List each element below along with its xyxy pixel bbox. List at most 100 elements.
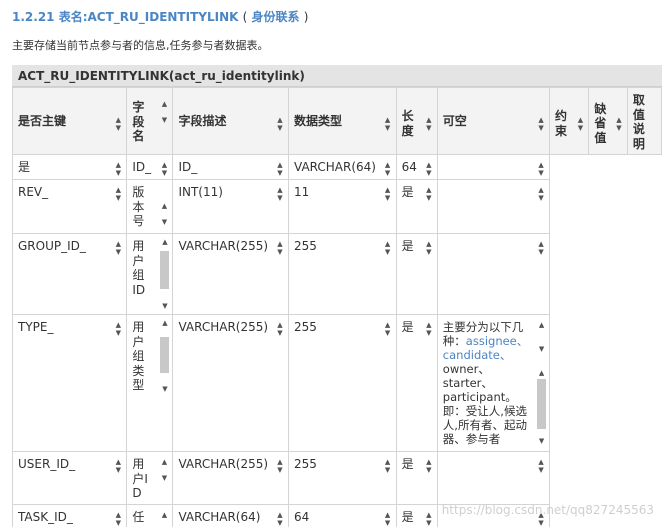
cell-type[interactable]: 255 ▲ ▼ <box>288 314 397 452</box>
scroll-down-icon[interactable]: ▼ <box>159 302 170 310</box>
header-length[interactable]: 长度 ▲ ▼ <box>395 87 438 155</box>
stepper-icon[interactable]: ▲ ▼ <box>383 321 393 337</box>
stepper-icon[interactable]: ▲ ▼ <box>424 458 434 474</box>
sort-icon[interactable]: ▲ ▼ <box>575 116 585 132</box>
cell-type[interactable]: 255 ▲ ▼ <box>288 233 397 315</box>
scroll-up-icon[interactable]: ▲ <box>536 321 547 329</box>
cell-length[interactable]: 是 ▲ ▼ <box>395 504 438 527</box>
cell-name[interactable]: 任 ▲ <box>126 504 174 527</box>
header-constraint[interactable]: 约束 ▲ ▼ <box>549 87 590 155</box>
stepper-icon[interactable]: ▲ ▼ <box>113 161 123 177</box>
stepper-icon[interactable]: ▲ ▼ <box>113 321 123 337</box>
cell-scrollbar[interactable]: ▲ ▼ <box>159 238 170 310</box>
stepper-icon[interactable]: ▲ ▼ <box>383 186 393 202</box>
cell-nullable[interactable]: ▲ ▼ <box>436 154 551 180</box>
stepper-icon[interactable]: ▲ ▼ <box>113 240 123 256</box>
sort-icon[interactable]: ▲ ▼ <box>536 116 546 132</box>
stepper-icon[interactable]: ▲ ▼ <box>424 161 434 177</box>
section-link[interactable]: 身份联系 <box>251 10 299 24</box>
cell-pk[interactable]: GROUP_ID_ ▲ ▼ <box>12 233 128 315</box>
cell-type[interactable]: 11 ▲ ▼ <box>288 179 397 234</box>
cell-pk[interactable]: 是 ▲ ▼ <box>12 154 128 180</box>
sort-icon[interactable]: ▲ ▼ <box>383 116 393 132</box>
scroll-up-icon[interactable]: ▲ <box>159 238 170 246</box>
stepper-icon[interactable]: ▲ ▼ <box>113 458 123 474</box>
cell-pk[interactable]: USER_ID_ ▲ ▼ <box>12 451 128 505</box>
header-type[interactable]: 数据类型 ▲ ▼ <box>288 87 397 155</box>
cell-length[interactable]: 64 ▲ ▼ <box>395 154 438 180</box>
scroll-down-icon[interactable]: ▼ <box>536 437 547 445</box>
stepper-icon[interactable]: ▲ ▼ <box>536 186 546 202</box>
sort-icon[interactable]: ▲ ▼ <box>424 116 434 132</box>
header-pk[interactable]: 是否主键 ▲ ▼ <box>12 87 128 155</box>
cell-pk[interactable]: TASK_ID_ ▲ ▼ <box>12 504 128 527</box>
sort-icon[interactable]: ▲ ▼ <box>614 116 624 132</box>
stepper-icon[interactable]: ▲ ▼ <box>113 186 123 202</box>
cell-desc[interactable]: ID_ ▲ ▼ <box>172 154 289 180</box>
cell-desc[interactable]: VARCHAR(255) ▲ ▼ <box>172 451 289 505</box>
stepper-icon[interactable]: ▲ ▼ <box>275 186 285 202</box>
stepper-icon[interactable]: ▲ ▼ <box>424 321 434 337</box>
cell-desc[interactable]: VARCHAR(255) ▲ ▼ <box>172 233 289 315</box>
header-default[interactable]: 缺省值 ▲ ▼ <box>588 87 628 155</box>
stepper-icon[interactable]: ▲ ▼ <box>536 458 546 474</box>
cell-length[interactable]: 是 ▲ ▼ <box>395 451 438 505</box>
stepper-icon[interactable]: ▲ ▼ <box>424 511 434 527</box>
cell-scrollbar[interactable]: ▲ ▼ <box>159 319 170 393</box>
stepper-icon[interactable]: ▲ ▼ <box>536 240 546 256</box>
table-name-title: 表名:ACT_RU_IDENTITYLINK <box>58 10 239 24</box>
sort-icon[interactable]: ▲ ▼ <box>275 116 285 132</box>
stepper-icon[interactable]: ▲ ▼ <box>383 240 393 256</box>
stepper-icon[interactable]: ▲ ▼ <box>275 161 285 177</box>
sort-icon[interactable]: ▲ ▼ <box>113 116 123 132</box>
stepper-icon[interactable]: ▲ ▼ <box>275 240 285 256</box>
cell-name[interactable]: ID_ ▲ ▼ <box>126 154 174 180</box>
stepper-icon[interactable]: ▲ ▼ <box>383 161 393 177</box>
stepper-icon[interactable]: ▲ ▼ <box>424 186 434 202</box>
header-desc[interactable]: 字段描述 ▲ ▼ <box>172 87 289 155</box>
cell-name[interactable]: 版本号 ▲ ▼ <box>126 179 174 234</box>
cell-type[interactable]: 64 ▲ ▼ <box>288 504 397 527</box>
stepper-icon[interactable]: ▲ ▼ <box>275 511 285 527</box>
cell-scrollbar[interactable]: ▲ ▼ ▲ ▼ <box>536 319 547 447</box>
header-nullable[interactable]: 可空 ▲ ▼ <box>436 87 551 155</box>
cell-name[interactable]: 用户组类型 ▲ ▼ <box>126 314 174 452</box>
header-name[interactable]: 字段名 ▲ ▼ <box>126 87 174 155</box>
stepper-icon[interactable]: ▲ ▼ <box>383 511 393 527</box>
scroll-down-icon[interactable]: ▼ <box>536 345 547 353</box>
cell-length[interactable]: 是 ▲ ▼ <box>395 314 438 452</box>
cell-desc[interactable]: INT(11) ▲ ▼ <box>172 179 289 234</box>
sort-icon[interactable]: ▲ ▼ <box>159 100 169 124</box>
cell-name[interactable]: 用户ID ▲ ▼ <box>126 451 174 505</box>
stepper-icon[interactable]: ▲ ▼ <box>159 458 169 482</box>
stepper-icon[interactable]: ▲ ▼ <box>159 202 169 226</box>
stepper-icon[interactable]: ▲ ▼ <box>383 458 393 474</box>
cell-pk[interactable]: TYPE_ ▲ ▼ <box>12 314 128 452</box>
cell-nullable[interactable]: ▲ ▼ <box>436 451 551 505</box>
header-value-desc[interactable]: 取值说明 <box>626 87 662 155</box>
stepper-icon[interactable]: ▲ <box>159 511 169 519</box>
cell-nullable[interactable]: 主要分为以下几种：assignee、candidate、owner、starte… <box>436 314 551 452</box>
stepper-icon[interactable]: ▲ ▼ <box>275 321 285 337</box>
cell-nullable[interactable]: ▲ ▼ <box>436 179 551 234</box>
scroll-up-icon[interactable]: ▲ <box>159 319 170 327</box>
cell-pk[interactable]: REV_ ▲ ▼ <box>12 179 128 234</box>
scroll-thumb[interactable] <box>160 251 170 289</box>
stepper-icon[interactable]: ▲ ▼ <box>113 511 123 527</box>
cell-length[interactable]: 是 ▲ ▼ <box>395 233 438 315</box>
cell-length[interactable]: 是 ▲ ▼ <box>395 179 438 234</box>
cell-type[interactable]: VARCHAR(64) ▲ ▼ <box>288 154 397 180</box>
scroll-down-icon[interactable]: ▼ <box>159 385 170 393</box>
stepper-icon[interactable]: ▲ ▼ <box>159 161 169 177</box>
stepper-icon[interactable]: ▲ ▼ <box>275 458 285 474</box>
scroll-thumb[interactable] <box>160 337 170 373</box>
cell-name[interactable]: 用户组ID ▲ ▼ <box>126 233 174 315</box>
cell-nullable[interactable]: ▲ ▼ <box>436 233 551 315</box>
stepper-icon[interactable]: ▲ ▼ <box>424 240 434 256</box>
scroll-up-icon[interactable]: ▲ <box>536 369 547 377</box>
stepper-icon[interactable]: ▲ ▼ <box>536 161 546 177</box>
cell-type[interactable]: 255 ▲ ▼ <box>288 451 397 505</box>
cell-desc[interactable]: VARCHAR(255) ▲ ▼ <box>172 314 289 452</box>
scroll-thumb[interactable] <box>537 379 547 429</box>
cell-desc[interactable]: VARCHAR(64) ▲ ▼ <box>172 504 289 527</box>
